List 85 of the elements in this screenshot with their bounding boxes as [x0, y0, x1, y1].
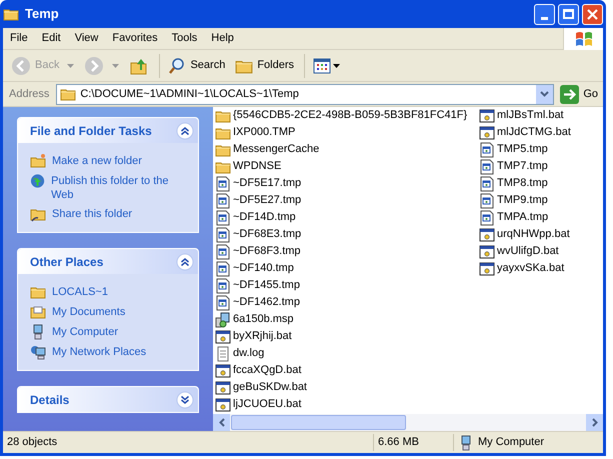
- task-link[interactable]: My Computer: [52, 324, 118, 339]
- collapse-icon[interactable]: [176, 122, 194, 140]
- folders-button[interactable]: Folders: [231, 54, 298, 78]
- close-button[interactable]: [582, 4, 603, 24]
- file-name[interactable]: mlJBsTml.bat: [497, 107, 564, 124]
- file-name[interactable]: yayxvSKa.bat: [497, 260, 564, 277]
- dropdown-caret-icon: [333, 64, 340, 68]
- file-name[interactable]: TMP5.tmp: [497, 141, 548, 158]
- search-icon: [168, 56, 186, 74]
- file-name[interactable]: ~DF14D.tmp: [233, 209, 296, 226]
- panel-title[interactable]: Details: [30, 390, 70, 408]
- task-link[interactable]: Make a new folder: [52, 153, 142, 168]
- file-icon: [479, 210, 495, 226]
- file-name[interactable]: TMPA.tmp: [497, 209, 548, 226]
- menu-item[interactable]: View: [68, 30, 106, 47]
- file-name[interactable]: ~DF68F3.tmp: [233, 243, 301, 260]
- file-name[interactable]: TMP8.tmp: [497, 175, 548, 192]
- file-name[interactable]: mlJdCTMG.bat: [497, 124, 571, 141]
- batch-file-icon: [479, 226, 495, 242]
- file-icon: [479, 176, 495, 192]
- views-icon: [313, 58, 332, 74]
- file-name[interactable]: byXRjhij.bat: [233, 328, 292, 345]
- menu-item[interactable]: Edit: [34, 30, 68, 47]
- file-name[interactable]: TMP9.tmp: [497, 192, 548, 209]
- scroll-right-icon[interactable]: [592, 418, 598, 427]
- minimize-button[interactable]: [534, 4, 555, 24]
- address-label: Address: [8, 86, 50, 102]
- file-name[interactable]: ~DF140.tmp: [233, 260, 294, 277]
- status-object-count: 28 objects: [6, 435, 58, 450]
- file-name[interactable]: dw.log: [233, 345, 264, 362]
- new-folder-icon: [30, 153, 46, 169]
- file-icon: [479, 142, 495, 158]
- status-location: My Computer: [478, 435, 544, 450]
- go-button[interactable]: Go: [557, 84, 601, 104]
- status-size: 6.66 MB: [373, 434, 453, 451]
- file-icon: [479, 192, 495, 208]
- globe-icon: [30, 173, 46, 189]
- scrollbar-thumb[interactable]: [231, 415, 406, 430]
- file-name[interactable]: MessengerCache: [233, 141, 320, 158]
- maximize-button[interactable]: [558, 4, 579, 24]
- collapse-icon[interactable]: [176, 252, 194, 270]
- file-name[interactable]: ~DF68E3.tmp: [233, 226, 302, 243]
- batch-file-icon: [479, 260, 495, 276]
- windows-logo-icon: [574, 30, 592, 46]
- scroll-left-icon[interactable]: [218, 418, 224, 427]
- menu-item[interactable]: Favorites: [105, 30, 165, 47]
- address-field[interactable]: C:\DOCUME~1\ADMINI~1\LOCALS~1\Temp: [56, 84, 554, 104]
- task-link[interactable]: My Documents: [52, 304, 126, 319]
- file-name[interactable]: 6a150b.msp: [233, 311, 294, 328]
- file-name[interactable]: {5546CDB5-2CE2-498B-B059-5B3BF81FC41F}: [233, 107, 468, 124]
- batch-file-icon: [479, 244, 495, 260]
- menu-item[interactable]: Tools: [164, 30, 204, 47]
- file-icon: [479, 158, 495, 174]
- documents-folder-icon: [30, 304, 46, 320]
- file-name[interactable]: TMP7.tmp: [497, 158, 548, 175]
- file-name[interactable]: WPDNSE: [233, 158, 282, 175]
- address-value: C:\DOCUME~1\ADMINI~1\LOCALS~1\Temp: [80, 86, 300, 102]
- horizontal-scrollbar[interactable]: [213, 414, 603, 431]
- search-button[interactable]: Search: [159, 54, 230, 78]
- task-link[interactable]: Share this folder: [52, 206, 132, 221]
- dropdown-caret-icon: [112, 64, 120, 68]
- expand-icon[interactable]: [176, 390, 194, 408]
- batch-file-icon: [479, 124, 495, 140]
- task-link[interactable]: LOCALS~1: [52, 284, 108, 299]
- window-title: Temp: [25, 5, 59, 24]
- file-name[interactable]: geBuSKDw.bat: [233, 379, 307, 396]
- dropdown-caret-icon: [67, 64, 74, 68]
- menu-item[interactable]: Help: [204, 30, 241, 47]
- file-name[interactable]: wvUlifgD.bat: [497, 243, 559, 260]
- menu-item[interactable]: File: [3, 30, 35, 47]
- file-name[interactable]: fccaXQgD.bat: [233, 362, 302, 379]
- task-link[interactable]: My Network Places: [52, 344, 146, 359]
- address-dropdown-button[interactable]: [536, 84, 554, 104]
- file-name[interactable]: ~DF5E17.tmp: [233, 175, 302, 192]
- close-icon: [587, 8, 598, 20]
- file-name[interactable]: ~DF1455.tmp: [233, 277, 300, 294]
- file-name[interactable]: ~DF1462.tmp: [233, 294, 300, 311]
- file-name[interactable]: IXP000.TMP: [233, 124, 296, 141]
- installer-icon: [215, 312, 231, 328]
- task-link[interactable]: Publish this folder to the Web: [51, 173, 186, 202]
- caret-icon: [540, 91, 550, 97]
- file-name[interactable]: urqNHWpp.bat: [497, 226, 570, 243]
- network-icon: [30, 344, 46, 360]
- file-name[interactable]: ljJCUOEU.bat: [233, 396, 302, 413]
- file-name[interactable]: ~DF5E27.tmp: [233, 192, 302, 209]
